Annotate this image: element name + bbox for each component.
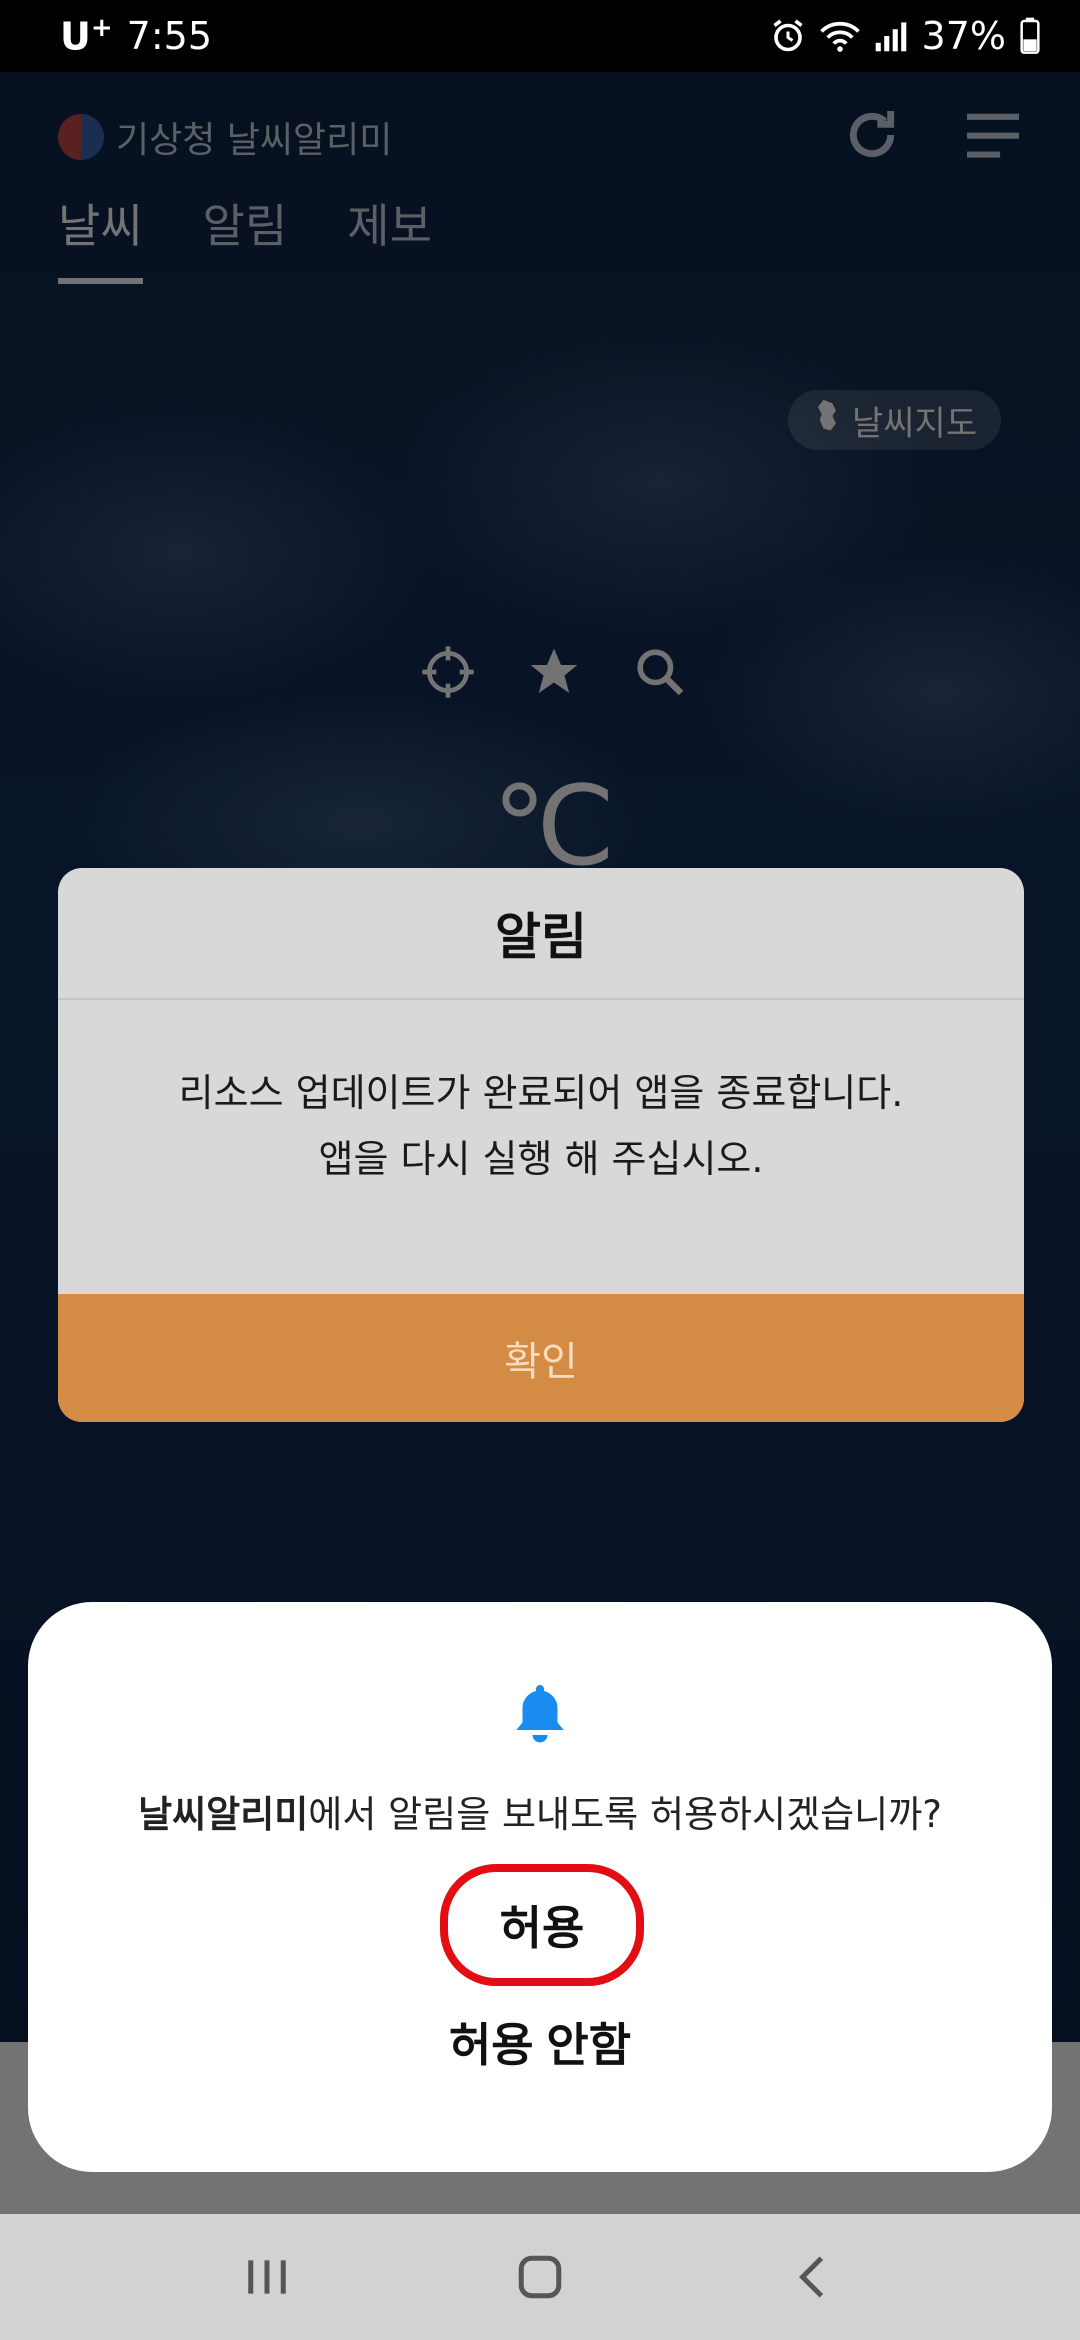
korea-map-icon	[812, 398, 842, 443]
header-icons	[840, 103, 1022, 171]
weather-map-button[interactable]: 날씨지도	[788, 390, 1002, 450]
wifi-icon	[819, 18, 860, 54]
deny-button[interactable]: 허용 안함	[28, 1994, 1052, 2090]
refresh-icon[interactable]	[840, 103, 904, 171]
search-icon[interactable]	[632, 644, 688, 704]
permission-question: 날씨알리미에서 알림을 보내도록 허용하시겠습니까?	[28, 1784, 1052, 1838]
alert-message: 리소스 업데이트가 완료되어 앱을 종료합니다. 앱을 다시 실행 해 주십시오…	[58, 1000, 1024, 1292]
alert-message-line1: 리소스 업데이트가 완료되어 앱을 종료합니다.	[178, 1071, 904, 1115]
star-icon[interactable]	[526, 644, 582, 704]
back-button[interactable]	[763, 2227, 863, 2327]
system-nav-bar	[0, 2214, 1080, 2340]
app-header: 기상청 날씨알리미	[58, 102, 1022, 172]
signal-icon	[874, 19, 908, 53]
alarm-icon	[770, 18, 806, 54]
battery-icon	[1020, 17, 1040, 55]
permission-question-text: 에서 알림을 보내도록 허용하시겠습니까?	[308, 1793, 942, 1836]
app-logo-text: 기상청 날씨알리미	[116, 120, 393, 161]
location-icons	[420, 644, 688, 704]
recent-apps-button[interactable]	[217, 2227, 317, 2327]
app-tabs: 날씨 알림 제보	[58, 190, 432, 284]
carrier-label: U+	[60, 13, 113, 59]
bell-icon	[510, 1680, 570, 1750]
status-time: 7:55	[126, 14, 212, 58]
weather-map-label: 날씨지도	[852, 403, 978, 444]
kma-logo-icon	[58, 114, 104, 160]
alert-dialog: 알림 리소스 업데이트가 완료되어 앱을 종료합니다. 앱을 다시 실행 해 주…	[58, 868, 1024, 1422]
tab-weather[interactable]: 날씨	[58, 190, 143, 284]
status-left: U+ 7:55	[60, 13, 212, 59]
battery-percent: 37%	[921, 14, 1006, 58]
crosshair-icon[interactable]	[420, 644, 476, 704]
allow-button[interactable]: 허용	[440, 1864, 644, 1986]
home-button[interactable]	[490, 2227, 590, 2327]
notification-permission-sheet: 날씨알리미에서 알림을 보내도록 허용하시겠습니까? 허용 허용 안함	[28, 1602, 1052, 2172]
tab-report[interactable]: 제보	[347, 190, 432, 284]
alert-title: 알림	[58, 868, 1024, 1000]
status-right: 37%	[770, 14, 1040, 58]
permission-app-name: 날씨알리미	[138, 1793, 309, 1836]
app-logo: 기상청 날씨알리미	[58, 111, 392, 163]
confirm-button[interactable]: 확인	[58, 1294, 1024, 1422]
tab-alerts[interactable]: 알림	[203, 190, 288, 284]
alert-message-line2: 앱을 다시 실행 해 주십시오.	[318, 1137, 764, 1181]
status-bar: U+ 7:55 37%	[0, 0, 1080, 72]
menu-icon[interactable]	[964, 109, 1022, 165]
